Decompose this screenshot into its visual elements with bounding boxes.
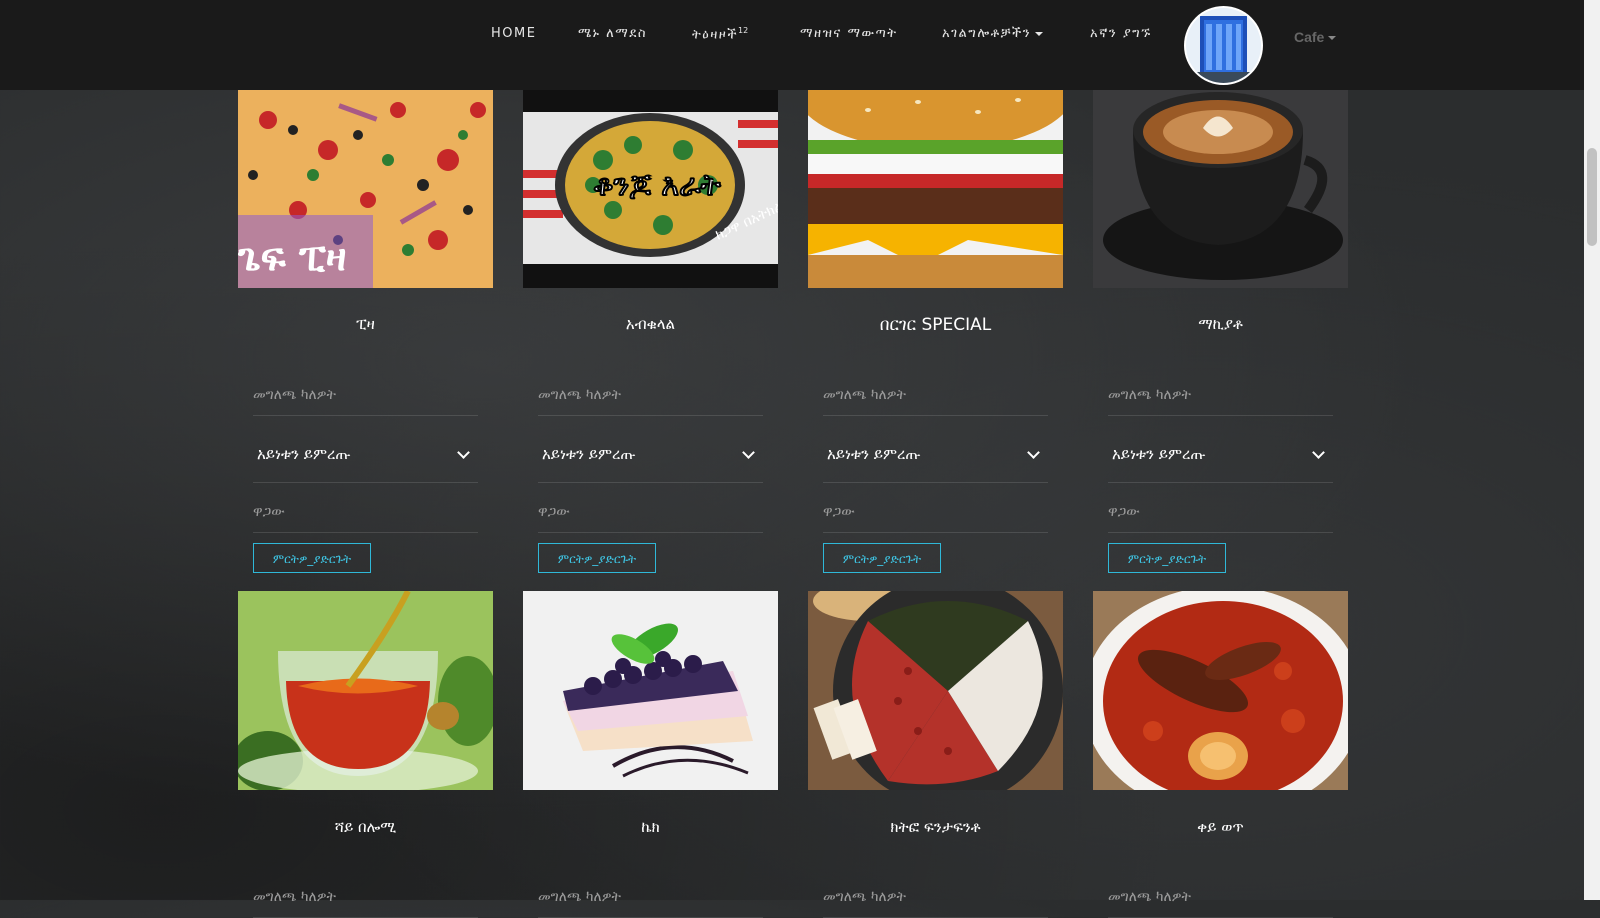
nav-orders-label: ትዕዛዞች [692, 27, 739, 43]
nav-services-label: አገልግሎቶቻችን [942, 26, 1032, 41]
product-title: ሻይ በሎሚ [334, 818, 397, 836]
description-input[interactable]: መግለጫ ካለዎት [823, 375, 1048, 416]
nav-inventory[interactable]: ማዘዝና ማውጣት [800, 26, 898, 41]
product-title: ቀይ ወጥ [1197, 818, 1244, 836]
nav-menu-update[interactable]: ሜኑ ለማደስ [578, 26, 647, 41]
price-input[interactable]: ዋጋው [538, 492, 763, 533]
description-input[interactable]: መግለጫ ካለዎት [253, 375, 478, 416]
product-title: ፒዛ [356, 315, 375, 333]
kitfo-image [808, 591, 1063, 790]
product-title: ማኪያቶ [1198, 315, 1243, 333]
type-select-label: አይነቱን ይምረጡ [542, 445, 636, 463]
product-title: ክትፎ ፍንታፍንቶ [890, 818, 981, 836]
scrollbar-thumb[interactable] [1587, 148, 1597, 246]
price-input[interactable]: ዋጋው [823, 492, 1048, 533]
description-input[interactable]: መግለጫ ካለዎት [823, 877, 1048, 918]
type-select-label: አይነቱን ይምረጡ [257, 445, 351, 463]
type-select[interactable]: አይነቱን ይምረጡ [538, 426, 763, 483]
type-select-label: አይነቱን ይምረጡ [1112, 445, 1206, 463]
order-button[interactable]: ምርትዎ_ያድርጉት [253, 543, 371, 573]
description-input[interactable]: መግለጫ ካለዎት [1108, 375, 1333, 416]
type-select[interactable]: አይነቱን ይምረጡ [823, 426, 1048, 483]
chevron-down-icon [1035, 31, 1044, 36]
logo[interactable] [1186, 8, 1261, 83]
abkulal-image: ቆንጆ እራት ከጋዋ በአትክልት [523, 90, 778, 288]
navbar: HOME ሜኑ ለማደስ ትዕዛዞች12 ማዘዝና ማውጣት አገልግሎቶቻችን… [0, 0, 1584, 90]
nav-orders[interactable]: ትዕዛዞች12 [692, 26, 748, 42]
product-title: ኬክ [641, 818, 660, 836]
macchiato-image [1093, 90, 1348, 288]
key-wat-image [1093, 591, 1348, 790]
type-select-label: አይነቱን ይምረጡ [827, 445, 921, 463]
chevron-down-icon [1027, 446, 1040, 459]
orders-count-badge: 12 [738, 26, 749, 35]
cafe-label: Cafe [1294, 29, 1325, 45]
nav-contact[interactable]: አኛን ያግኙ [1090, 26, 1152, 41]
chevron-down-icon [1328, 36, 1337, 41]
nav-services-dropdown[interactable]: አገልግሎቶቻችን [942, 26, 1044, 41]
description-input[interactable]: መግለጫ ካለዎት [538, 877, 763, 918]
cafe-dropdown[interactable]: Cafe [1294, 29, 1337, 45]
order-button[interactable]: ምርትዎ_ያድርጉት [538, 543, 656, 573]
product-title: አብቁላል [625, 315, 676, 333]
pizza-image-overlay-text: ጌፍ ፒዛ [238, 235, 346, 279]
order-button[interactable]: ምርትዎ_ያድርጉት [823, 543, 941, 573]
description-input[interactable]: መግለጫ ካለዎት [1108, 877, 1333, 918]
price-input[interactable]: ዋጋው [253, 492, 478, 533]
chevron-down-icon [457, 446, 470, 459]
type-select[interactable]: አይነቱን ይምረጡ [253, 426, 478, 483]
price-input[interactable]: ዋጋው [1108, 492, 1333, 533]
pizza-image: ጌፍ ፒዛ [238, 90, 493, 288]
order-button[interactable]: ምርትዎ_ያድርጉት [1108, 543, 1226, 573]
chevron-down-icon [1312, 446, 1325, 459]
chevron-down-icon [742, 446, 755, 459]
description-input[interactable]: መግለጫ ካለዎት [253, 877, 478, 918]
tea-image [238, 591, 493, 790]
type-select[interactable]: አይነቱን ይምረጡ [1108, 426, 1333, 483]
burger-image [808, 90, 1063, 288]
description-input[interactable]: መግለጫ ካለዎት [538, 375, 763, 416]
product-title: በርገር SPECIAL [879, 315, 992, 335]
nav-home[interactable]: HOME [491, 26, 536, 41]
cake-image [523, 591, 778, 790]
abkulal-image-overlay-text: ቆንጆ እራት [593, 168, 722, 203]
page-scrollbar[interactable] [1584, 0, 1600, 900]
